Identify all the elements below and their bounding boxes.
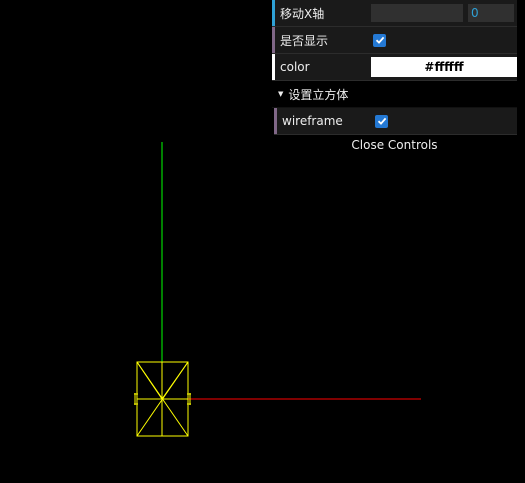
- show-checkbox[interactable]: [373, 33, 386, 47]
- wireframe-label: wireframe: [282, 114, 343, 128]
- wireframe-cube[interactable]: [134, 361, 191, 437]
- move-x-row: 移动X轴: [272, 0, 517, 27]
- folder-cube-title-text: 设置立方体: [288, 87, 349, 102]
- move-x-number-input[interactable]: [468, 4, 514, 22]
- wireframe-checkbox[interactable]: [375, 114, 388, 128]
- checkmark-icon: [375, 36, 384, 44]
- wireframe-row: wireframe: [274, 108, 517, 135]
- show-row: 是否显示: [272, 27, 517, 54]
- move-x-label: 移动X轴: [280, 6, 325, 21]
- color-row: color #ffffff: [272, 54, 517, 81]
- color-label: color: [280, 60, 310, 74]
- show-label: 是否显示: [280, 33, 329, 48]
- close-controls-button[interactable]: Close Controls: [272, 135, 517, 155]
- controls-panel: 移动X轴 是否显示 color #ffffff ▼ 设置立方体 wirefram…: [272, 0, 517, 155]
- color-picker-field[interactable]: #ffffff: [371, 57, 517, 77]
- move-x-slider[interactable]: [371, 4, 463, 22]
- checkmark-icon: [377, 117, 386, 125]
- folder-cube-title[interactable]: ▼ 设置立方体: [272, 81, 517, 108]
- triangle-down-icon: ▼: [278, 90, 284, 98]
